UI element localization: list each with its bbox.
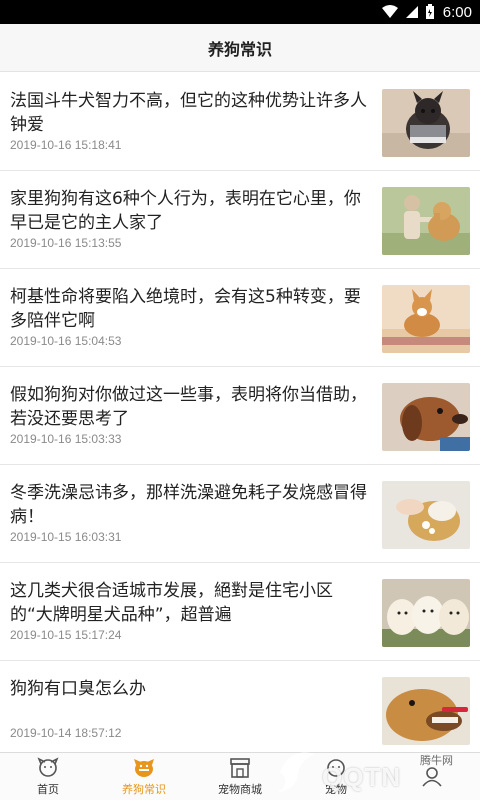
bottom-tab-bar: 首页 养狗常识 宠物商城 宠物: [0, 752, 480, 800]
dog-knowledge-icon: [134, 758, 154, 777]
article-title: 法国斗牛犬智力不高，但它的这种优势让许多人钟爱: [10, 91, 367, 135]
article-title: 柯基性命将要陷入绝境时，会有这5种转变，要多陪伴它啊: [10, 287, 361, 331]
dog-toothbrush-photo: [382, 677, 470, 745]
article-item[interactable]: 家里狗狗有这6种个人行为，表明在它心里，你早已是它的主人家了 2019-10-1…: [0, 171, 480, 269]
page-title: 养狗常识: [207, 39, 272, 59]
corgi-photo: [382, 285, 470, 353]
article-item[interactable]: 柯基性命将要陷入绝境时，会有这5种转变，要多陪伴它啊 2019-10-16 15…: [0, 269, 480, 367]
tab-label: 宠物商城: [218, 782, 262, 796]
tab-pet[interactable]: 宠物: [288, 753, 384, 800]
tab-label: 宠物: [325, 782, 347, 796]
article-date: 2019-10-16 15:13:55: [10, 236, 122, 250]
puppies-photo: [382, 579, 470, 647]
tab-label: 养狗常识: [122, 782, 166, 796]
article-item[interactable]: 假如狗狗对你做过这一些事，表明将你当借助，若没还要思考了 2019-10-16 …: [0, 367, 480, 465]
article-date: 2019-10-16 15:04:53: [10, 334, 122, 348]
status-icons: [381, 4, 435, 20]
tab-shop[interactable]: 宠物商城: [192, 753, 288, 800]
pet-icon: [327, 758, 345, 777]
status-time: 6:00: [442, 3, 472, 21]
article-title: 冬季洗澡忌讳多，那样洗澡避免耗子发烧感冒得病！: [10, 483, 367, 527]
article-date: 2019-10-14 18:57:12: [10, 726, 122, 740]
article-list[interactable]: 法国斗牛犬智力不高，但它的这种优势让许多人钟爱 2019-10-16 15:18…: [0, 73, 480, 752]
article-date: 2019-10-16 15:03:33: [10, 432, 122, 446]
tab-dog-knowledge[interactable]: 养狗常识: [96, 753, 192, 800]
dog-high-five-photo: [382, 187, 470, 255]
dog-bath-photo: [382, 481, 470, 549]
article-item[interactable]: 狗狗有口臭怎么办 2019-10-14 18:57:12: [0, 661, 480, 752]
article-date: 2019-10-15 16:03:31: [10, 530, 122, 544]
article-title: 狗狗有口臭怎么办: [10, 679, 146, 699]
article-title: 家里狗狗有这6种个人行为，表明在它心里，你早已是它的主人家了: [10, 189, 361, 233]
french-bulldog-photo: [382, 89, 470, 157]
article-date: 2019-10-15 15:17:24: [10, 628, 122, 642]
tab-home[interactable]: 首页: [0, 753, 96, 800]
signal-icon: [405, 6, 418, 18]
battery-icon: [425, 4, 434, 19]
article-date: 2019-10-16 15:18:41: [10, 138, 122, 152]
app-header: 养狗常识: [0, 24, 480, 72]
article-item[interactable]: 法国斗牛犬智力不高，但它的这种优势让许多人钟爱 2019-10-16 15:18…: [0, 73, 480, 171]
status-bar: 6:00: [0, 0, 480, 24]
article-title: 这几类犬很合适城市发展，絕對是住宅小区的“大牌明星犬品种”，超普遍: [10, 581, 333, 625]
wifi-icon: [381, 5, 398, 18]
article-item[interactable]: 这几类犬很合适城市发展，絕對是住宅小区的“大牌明星犬品种”，超普遍 2019-1…: [0, 563, 480, 661]
dachshund-photo: [382, 383, 470, 451]
tab-profile[interactable]: [384, 753, 480, 800]
shop-icon: [230, 757, 250, 778]
article-item[interactable]: 冬季洗澡忌讳多，那样洗澡避免耗子发烧感冒得病！ 2019-10-15 16:03…: [0, 465, 480, 563]
article-title: 假如狗狗对你做过这一些事，表明将你当借助，若没还要思考了: [10, 385, 367, 429]
home-dog-icon: [37, 756, 59, 777]
tab-label: 首页: [37, 782, 59, 796]
profile-icon: [422, 766, 442, 787]
